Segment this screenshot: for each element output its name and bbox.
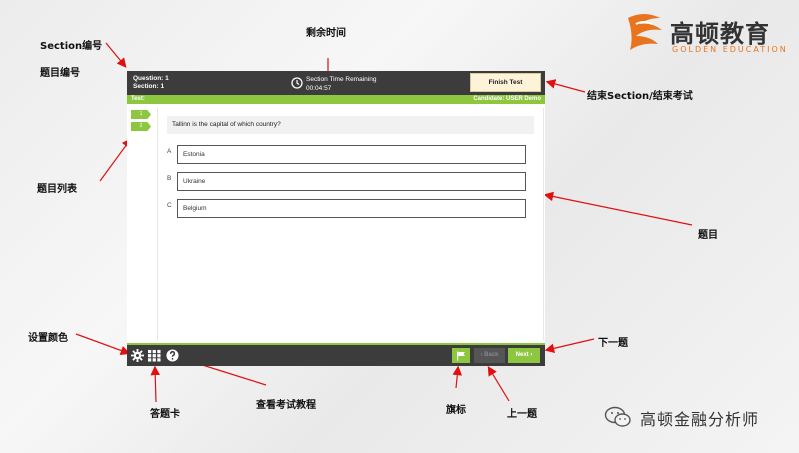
flag-icon (457, 351, 465, 361)
option-b[interactable]: Ukraine (177, 172, 526, 191)
question-text: Tallinn is the capital of which country? (167, 116, 534, 134)
annotation-answer-card: 答题卡 (150, 409, 180, 420)
back-button[interactable]: ‹ Back (474, 348, 505, 363)
timer-value: 00:04:57 (306, 85, 332, 92)
annotation-set-color: 设置颜色 (28, 333, 68, 344)
annotation-previous: 上一题 (507, 409, 537, 420)
exam-top-bar: Question: 1 Section: 1 Section Time Rema… (127, 71, 545, 95)
annotation-question-list: 题目列表 (37, 184, 77, 195)
option-c-letter: C (167, 202, 172, 209)
flag-button[interactable] (452, 348, 470, 363)
option-c[interactable]: Belgium (177, 199, 526, 218)
question-tab-2[interactable]: 2 (131, 122, 151, 131)
grid-icon[interactable] (148, 349, 161, 362)
question-section-info: Question: 1 Section: 1 (133, 75, 169, 91)
gear-icon[interactable] (131, 349, 144, 362)
option-a[interactable]: Estonia (177, 145, 526, 164)
wechat-watermark: 高顿金融分析师 (604, 404, 794, 430)
annotation-time-remaining: 剩余时间 (306, 28, 346, 39)
question-list: 1 2 (131, 110, 153, 134)
section-timer: Section Time Remaining 00:04:57 (291, 75, 401, 93)
question-circle-icon[interactable] (166, 349, 179, 362)
wechat-icon (604, 406, 631, 427)
annotation-flag: 旗标 (446, 405, 466, 416)
exam-window: Question: 1 Section: 1 Section Time Rema… (127, 71, 545, 366)
exam-bottom-bar: ‹ Back Next › (127, 345, 545, 366)
question-tab-1[interactable]: 1 (131, 110, 151, 119)
question-panel: Tallinn is the capital of which country?… (157, 108, 544, 340)
test-label: Test: (131, 96, 145, 102)
annotation-section-number: Section编号 (40, 41, 103, 52)
golden-education-logo: 高顿教育 GOLDEN EDUCATION (622, 8, 792, 58)
option-b-letter: B (167, 175, 172, 182)
annotation-question-number: 题目编号 (40, 68, 80, 79)
annotation-view-tutorial: 查看考试教程 (256, 400, 316, 411)
annotation-finish-section: 结束Section/结束考试 (587, 91, 693, 102)
question-number-label: Question: 1 (133, 75, 169, 82)
section-number-label: Section: 1 (133, 83, 165, 90)
logo-name-en: GOLDEN EDUCATION (672, 45, 788, 54)
clock-icon (291, 77, 303, 89)
annotation-question: 题目 (698, 230, 718, 241)
watermark-text: 高顿金融分析师 (640, 410, 760, 429)
logo-mark-icon (628, 14, 662, 50)
next-button[interactable]: Next › (508, 348, 540, 363)
annotation-next: 下一题 (598, 338, 628, 349)
timer-label: Section Time Remaining (306, 76, 377, 83)
option-a-letter: A (167, 148, 172, 155)
logo-name-cn: 高顿教育 (670, 20, 770, 48)
candidate-label: Candidate: USER Demo (473, 96, 541, 102)
exam-info-bar: Test: Candidate: USER Demo (127, 95, 545, 104)
finish-test-button[interactable]: Finish Test (470, 73, 541, 92)
